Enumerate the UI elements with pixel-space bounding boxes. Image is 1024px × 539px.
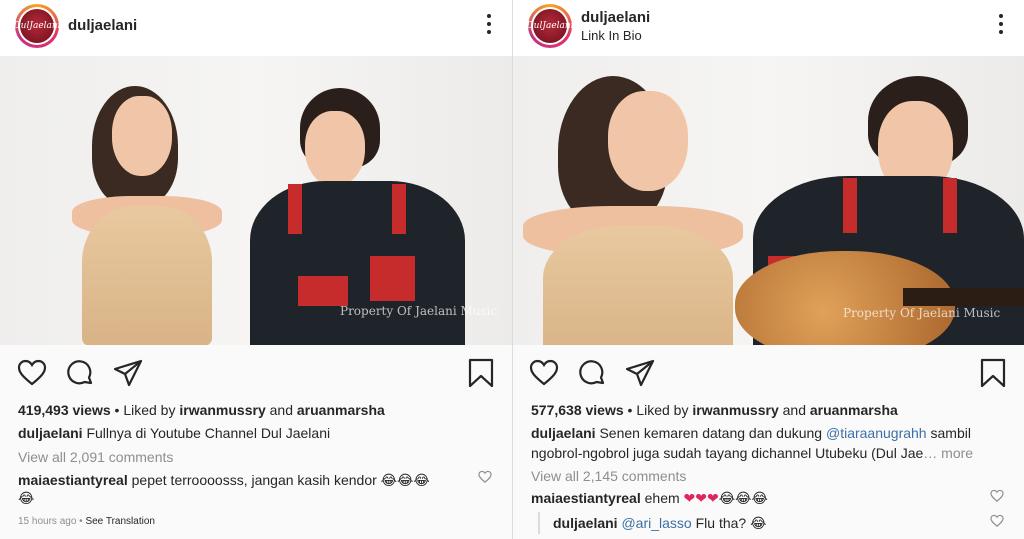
comment-like-heart-icon[interactable]: [990, 489, 1004, 503]
reply-username[interactable]: duljaelani: [553, 515, 618, 531]
liked-user[interactable]: aruanmarsha: [810, 402, 898, 418]
avatar-logo: DulJaelani: [13, 9, 61, 43]
caption-text: ngobrol-ngobrol juga sudah tayang dichan…: [531, 445, 924, 461]
comment: maiaestiantyreal pepet terroooosss, jang…: [18, 472, 430, 489]
username[interactable]: duljaelani: [68, 17, 137, 34]
post-header: DulJaelani duljaelani Link In Bio: [513, 0, 1024, 56]
comment-username[interactable]: maiaestiantyreal: [531, 490, 641, 506]
comment-emoji-line2: 😂: [18, 491, 35, 507]
reply-emoji: 😂: [750, 516, 767, 532]
liked-and: and: [265, 402, 297, 418]
caption: duljaelani Fullnya di Youtube Channel Du…: [18, 425, 330, 441]
view-count: 419,493 views: [18, 402, 111, 418]
reply-comment: duljaelani @ari_lasso Flu tha? 😂: [553, 515, 766, 532]
liked-user[interactable]: irwanmussry: [692, 402, 778, 418]
liked-user[interactable]: irwanmussry: [179, 402, 265, 418]
comment-icon[interactable]: [577, 358, 607, 388]
view-count: 577,638 views: [531, 402, 624, 418]
reply-text: Flu tha?: [691, 515, 751, 531]
more-icon[interactable]: [998, 14, 1004, 36]
action-bar: [513, 345, 1024, 397]
bookmark-icon[interactable]: [978, 358, 1008, 388]
caption: duljaelani Senen kemaren datang dan duku…: [531, 425, 971, 441]
share-icon[interactable]: [113, 358, 143, 388]
share-icon[interactable]: [625, 358, 655, 388]
watermark: Property Of Jaelani Music: [340, 304, 498, 318]
view-all-comments[interactable]: View all 2,145 comments: [531, 468, 686, 484]
liked-user[interactable]: aruanmarsha: [297, 402, 385, 418]
comment-username[interactable]: maiaestiantyreal: [18, 472, 128, 488]
see-translation-link[interactable]: See Translation: [85, 516, 155, 527]
avatar[interactable]: DulJaelani: [13, 4, 61, 48]
bookmark-icon[interactable]: [466, 358, 496, 388]
caption-line2: ngobrol-ngobrol juga sudah tayang dichan…: [531, 445, 973, 461]
username[interactable]: duljaelani: [581, 9, 650, 26]
reply-mention[interactable]: @ari_lasso: [621, 515, 691, 531]
caption-text: Fullnya di Youtube Channel Dul Jaelani: [82, 425, 331, 441]
views-line: 419,493 views • Liked by irwanmussry and…: [18, 402, 385, 418]
comment-like-heart-icon[interactable]: [478, 470, 492, 484]
liked-by-label: • Liked by: [623, 402, 693, 418]
comment-text: pepet terroooosss, jangan kasih kendor: [127, 472, 381, 488]
post-left: DulJaelani duljaelani Property Of Jaelan…: [0, 0, 512, 539]
post-photo[interactable]: Property Of Jaelani Music: [0, 56, 512, 345]
post-header: DulJaelani duljaelani: [0, 0, 512, 56]
post-photo[interactable]: Property Of Jaelani Music: [513, 56, 1024, 345]
heart-icon[interactable]: [17, 358, 47, 388]
reply-like-heart-icon[interactable]: [990, 514, 1004, 528]
avatar[interactable]: DulJaelani: [526, 4, 574, 48]
comment-icon[interactable]: [65, 358, 95, 388]
comment-hearts: ❤❤❤: [683, 491, 719, 507]
comment: maiaestiantyreal ehem ❤❤❤😂😂😂: [531, 490, 768, 507]
comment-text: ehem: [640, 490, 684, 506]
post-right: DulJaelani duljaelani Link In Bio Proper…: [513, 0, 1024, 539]
view-all-comments[interactable]: View all 2,091 comments: [18, 449, 173, 465]
caption-mention[interactable]: @tiaraanugrahh: [826, 425, 927, 441]
comment-emoji: 😂😂😂: [380, 473, 430, 489]
caption-text: Senen kemaren datang dan dukung: [595, 425, 826, 441]
caption-username[interactable]: duljaelani: [531, 425, 596, 441]
more-icon[interactable]: [486, 14, 492, 36]
avatar-logo: DulJaelani: [526, 9, 574, 43]
caption-username[interactable]: duljaelani: [18, 425, 83, 441]
action-bar: [0, 345, 512, 397]
heart-icon[interactable]: [529, 358, 559, 388]
comment-meta: 15 hours ago • See Translation: [18, 516, 155, 527]
views-line: 577,638 views • Liked by irwanmussry and…: [531, 402, 898, 418]
liked-and: and: [778, 402, 810, 418]
liked-by-label: • Liked by: [110, 402, 180, 418]
reply-thread-line: [538, 512, 540, 534]
caption-text: sambil: [926, 425, 971, 441]
location-subtitle[interactable]: Link In Bio: [581, 28, 642, 43]
watermark: Property Of Jaelani Music: [843, 306, 1001, 320]
comment-emoji: 😂😂😂: [718, 491, 768, 507]
timestamp: 15 hours ago: [18, 516, 77, 527]
caption-more-link[interactable]: … more: [923, 445, 973, 461]
